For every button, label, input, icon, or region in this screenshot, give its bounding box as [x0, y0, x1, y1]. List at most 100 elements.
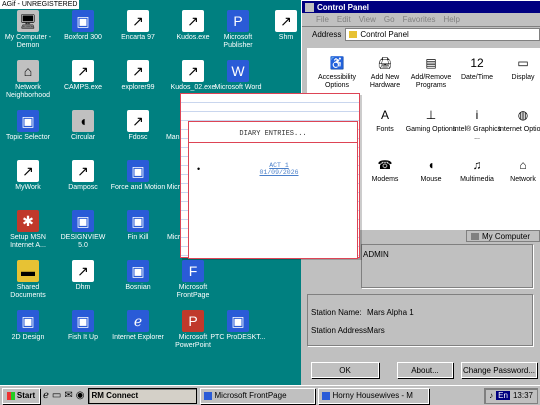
desktop-icon-label: Shared Documents: [10, 284, 46, 299]
desktop-icon-label: Force and Motion: [110, 184, 166, 191]
address-bar: Address Control Panel: [302, 26, 540, 41]
desktop-icon[interactable]: ▭: [52, 390, 61, 401]
fonts-icon: A: [380, 108, 389, 122]
desktop-icon-item[interactable]: ▬ Shared Documents: [0, 260, 56, 300]
desktop-icon-item[interactable]: ↗ CAMPS.exe: [55, 60, 111, 92]
control-panel-item[interactable]: ▭ Display: [497, 54, 540, 82]
desktop-icon-label: CAMPS.exe: [63, 84, 103, 91]
control-panel-item[interactable]: ◍ Internet Options: [497, 106, 540, 134]
desktop-icon-item[interactable]: ▣ Topic Selector: [0, 110, 56, 142]
desktop-icon-item[interactable]: ◖ Circular: [55, 110, 111, 142]
menu-favorites[interactable]: Favorites: [403, 15, 436, 24]
control-panel-item-label: Modems: [371, 176, 399, 183]
desktop-icon-item[interactable]: ▣ Force and Motion: [110, 160, 166, 192]
control-panel-item[interactable]: i Intel® Graphics ...: [451, 106, 503, 142]
speaker-icon[interactable]: ♪: [489, 391, 493, 400]
desktop-icon-label: Circular: [70, 134, 96, 141]
app-icon: ▣: [72, 10, 94, 32]
control-panel-item-label: Multimedia: [460, 176, 494, 183]
desktop-icon-label: Microsoft Word: [214, 84, 262, 91]
address-field[interactable]: Control Panel: [345, 27, 540, 41]
control-panel-item[interactable]: ▤ Add/Remove Programs: [405, 54, 457, 90]
computer-icon: 🖥: [17, 10, 39, 32]
title-bar[interactable]: Control Panel: [302, 1, 540, 13]
desktop-icon-label: Internet Explorer: [112, 334, 164, 341]
mouse-icon: ◖: [427, 158, 435, 172]
about-button[interactable]: About...: [397, 362, 453, 378]
desktop-icon-item[interactable]: ▣ Fin Kill: [110, 210, 166, 242]
diary-heading: DIARY ENTRIES...: [239, 130, 307, 138]
desktop-icon-label: 2D Design: [11, 334, 45, 341]
control-panel-item[interactable]: ⊥ Gaming Options: [405, 106, 457, 134]
menu-go[interactable]: Go: [384, 15, 395, 24]
shortcut-icon: ↗: [127, 10, 149, 32]
lang-indicator[interactable]: En: [496, 391, 510, 400]
channels-icon[interactable]: ◉: [76, 390, 85, 401]
ok-button[interactable]: OK: [311, 362, 379, 378]
task-frontpage[interactable]: Microsoft FrontPage: [199, 387, 315, 404]
desktop-icon-item[interactable]: ▣ Bosnian: [110, 260, 166, 292]
task-browser[interactable]: Horny Housewives - M: [317, 387, 429, 404]
control-panel-item-label: Network: [510, 176, 536, 183]
control-panel-item-label: Accessibility Options: [317, 74, 357, 89]
desktop-icon-item[interactable]: ↗ Damposc: [55, 160, 111, 192]
desktop-icon-label: Boxford 300: [64, 34, 102, 41]
multimedia-icon: ♫: [472, 158, 482, 172]
clock[interactable]: 13:37: [513, 391, 533, 400]
mouse-icon: ◖: [72, 110, 94, 132]
start-button[interactable]: Start: [2, 387, 40, 404]
desktop-icon-item[interactable]: ✱ Setup MSN Internet A...: [0, 210, 56, 250]
control-panel-item[interactable]: ♿ Accessibility Options: [311, 54, 363, 90]
desktop-icon-item[interactable]: ▣ Fish It Up: [55, 310, 111, 342]
msn-icon: ✱: [17, 210, 39, 232]
station-address-value: Mars: [367, 326, 385, 335]
desktop-icon-item[interactable]: ▣ 2D Design: [0, 310, 56, 342]
control-panel-item[interactable]: 12 Date/Time: [451, 54, 503, 82]
control-panel-item[interactable]: ☎ Modems: [359, 156, 411, 184]
change-password-button[interactable]: Change Password...: [461, 362, 537, 378]
menu-help[interactable]: Help: [443, 15, 459, 24]
modem-icon: ☎: [377, 158, 393, 172]
menu-file[interactable]: File: [316, 15, 329, 24]
powerpoint-icon: P: [182, 310, 204, 332]
control-panel-item-label: Add/Remove Programs: [410, 74, 452, 89]
taskbar: Start ℯ ▭ ✉ ◉ RM Connect Microsoft Front…: [0, 385, 540, 405]
control-panel-item-label: Gaming Options: [405, 126, 457, 133]
control-panel-item[interactable]: 🖨 Add New Hardware: [359, 54, 411, 90]
desktop-icon-item[interactable]: ↗ Dhm: [55, 260, 111, 292]
globe-icon: ◍: [517, 108, 529, 122]
shortcut-icon: ↗: [275, 10, 297, 32]
desktop-icon-item[interactable]: ▣ DESIGNVIEW 5.0: [55, 210, 111, 250]
desktop-icon-item[interactable]: 🖥 My Computer - Demon: [0, 10, 56, 50]
control-panel-item[interactable]: A Fonts: [359, 106, 411, 134]
desktop-icon-item[interactable]: ↗ MyWork: [0, 160, 56, 192]
desktop-icon-item[interactable]: ↗ Encarta 97: [110, 10, 166, 42]
user-name: ADMIN: [363, 250, 389, 259]
menu-edit[interactable]: Edit: [337, 15, 351, 24]
outlook-icon[interactable]: ✉: [64, 390, 72, 401]
control-panel-icon: [305, 2, 314, 12]
desktop-icon-item[interactable]: ↗ Fdosc: [110, 110, 166, 142]
desktop-icon-label: My Computer - Demon: [4, 34, 52, 49]
control-panel-item-label: Mouse: [420, 176, 442, 183]
hardware-icon: 🖨: [377, 56, 393, 70]
folder-icon: ▬: [17, 260, 39, 282]
desktop-icon-label: Microsoft FrontPage: [176, 284, 210, 299]
calendar-icon: 12: [470, 56, 484, 70]
desktop-icon-item[interactable]: ▣ Boxford 300: [55, 10, 111, 42]
desktop-icon-item[interactable]: F Microsoft FrontPage: [165, 260, 221, 300]
desktop-icon-item[interactable]: W Microsoft Word: [210, 60, 266, 92]
desktop-icon-item[interactable]: ▣ PTC ProDESKT...: [210, 310, 266, 342]
ie-icon[interactable]: ℯ: [43, 390, 49, 401]
station-address-label: Station Address:: [311, 326, 370, 335]
desktop-icon-label: MyWork: [15, 184, 41, 191]
task-rm-connect[interactable]: RM Connect: [87, 387, 197, 404]
control-panel-item[interactable]: ◖ Mouse: [405, 156, 457, 184]
desktop-icon-item[interactable]: ↗ explorer99: [110, 60, 166, 92]
desktop-icon-item[interactable]: ℯ Internet Explorer: [110, 310, 166, 342]
control-panel-item[interactable]: ⌂ Network: [497, 156, 540, 184]
desktop-icon-item[interactable]: ⌂ Network Neighborhood: [0, 60, 56, 100]
diary-entry-link[interactable]: ACT 1 01/09/2026: [249, 162, 309, 176]
menu-view[interactable]: View: [359, 15, 376, 24]
control-panel-item[interactable]: ♫ Multimedia: [451, 156, 503, 184]
